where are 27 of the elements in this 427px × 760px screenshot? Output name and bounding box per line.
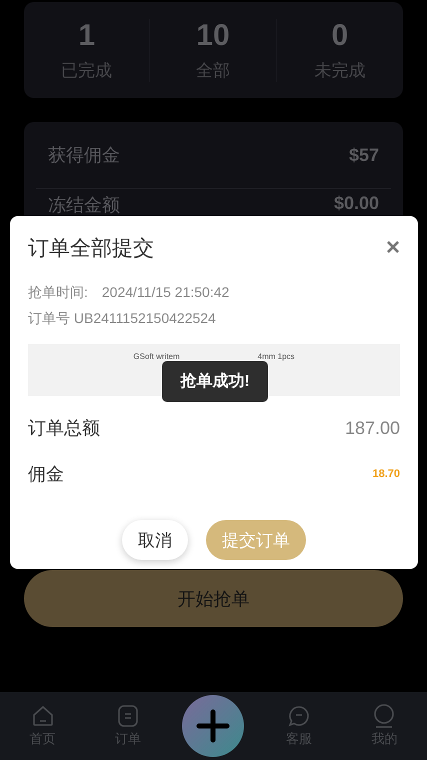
summary-value: $57	[348, 144, 379, 166]
total-label: 订单总额	[28, 417, 100, 440]
list-icon	[116, 704, 140, 728]
summary-value: $0.00	[334, 193, 379, 214]
summary-label: 获得佣金	[48, 144, 120, 167]
commission-label: 佣金	[28, 463, 64, 486]
order-number: 订单号 UB2411152150422524	[28, 310, 217, 328]
stat-value: 10	[196, 18, 230, 52]
summary-label: 冻结金额	[48, 194, 120, 217]
plus-icon	[196, 709, 230, 743]
success-toast: 抢单成功!	[162, 361, 268, 402]
cancel-button[interactable]: 取消	[122, 520, 188, 560]
dialog-title: 订单全部提交	[28, 236, 154, 262]
close-button[interactable]: ×	[386, 236, 400, 260]
user-icon	[372, 704, 396, 728]
product-name: 4mm 1pcs	[258, 352, 295, 363]
stat-value: 0	[331, 18, 348, 52]
product-name: GSoft writem	[133, 352, 180, 363]
total-amount: 187.00	[344, 418, 400, 438]
stat-value: 1	[78, 18, 95, 52]
chat-icon	[286, 704, 311, 728]
grab-time: 2024/11/15 21:50:42	[102, 284, 230, 302]
home-icon	[30, 704, 55, 728]
submit-button[interactable]: 提交订单	[206, 520, 306, 560]
grab-time-label: 抢单时间:	[28, 284, 88, 302]
start-button[interactable]: 开始抢单	[24, 570, 403, 627]
commission-amount: 18.70	[372, 468, 400, 480]
